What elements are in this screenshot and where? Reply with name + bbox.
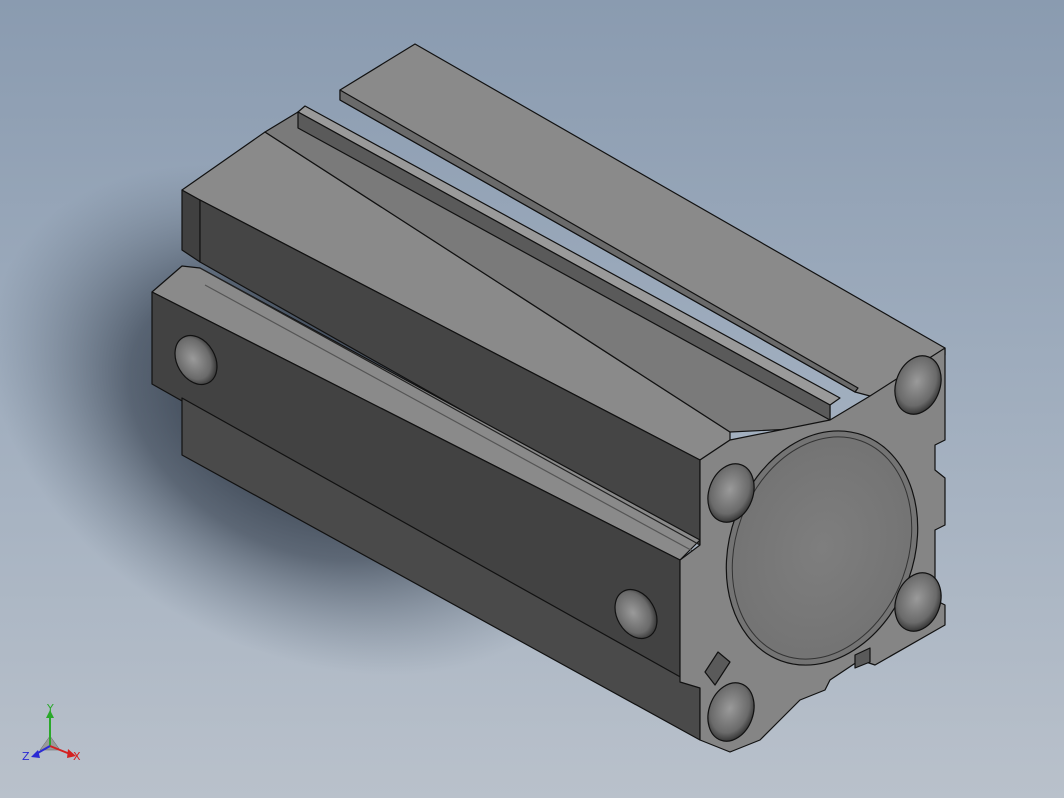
triad-z-label: Z <box>22 750 30 763</box>
triad-y-label: Y <box>46 704 54 715</box>
model-view[interactable] <box>0 0 1064 798</box>
rear-upper-side <box>181 189 201 263</box>
triad-x-label: X <box>73 750 81 763</box>
view-orientation-triad: Y X Z <box>22 704 81 763</box>
z-arrow-icon <box>31 750 40 758</box>
graphics-viewport[interactable]: Y X Z <box>0 0 1064 798</box>
